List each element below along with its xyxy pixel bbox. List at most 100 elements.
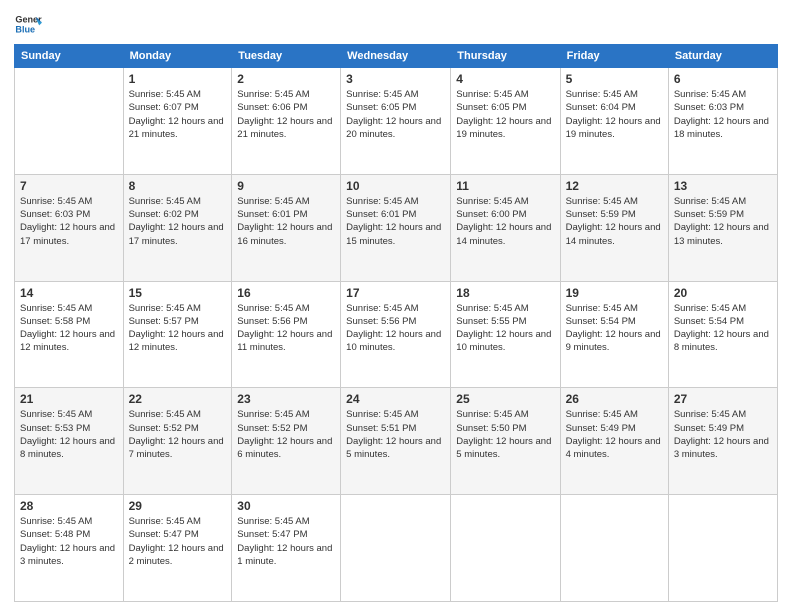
calendar-cell: 12 Sunrise: 5:45 AM Sunset: 5:59 PM Dayli… [560, 174, 668, 281]
calendar-cell: 2 Sunrise: 5:45 AM Sunset: 6:06 PM Daylig… [232, 68, 341, 175]
calendar-cell: 17 Sunrise: 5:45 AM Sunset: 5:56 PM Dayli… [341, 281, 451, 388]
day-number: 26 [566, 392, 663, 406]
day-info: Sunrise: 5:45 AM Sunset: 6:05 PM Dayligh… [456, 88, 554, 141]
calendar-cell: 4 Sunrise: 5:45 AM Sunset: 6:05 PM Daylig… [451, 68, 560, 175]
day-number: 17 [346, 286, 445, 300]
day-info: Sunrise: 5:45 AM Sunset: 5:52 PM Dayligh… [237, 408, 335, 461]
day-info: Sunrise: 5:45 AM Sunset: 5:54 PM Dayligh… [674, 302, 772, 355]
day-number: 27 [674, 392, 772, 406]
day-info: Sunrise: 5:45 AM Sunset: 5:47 PM Dayligh… [129, 515, 227, 568]
calendar-cell: 28Sunrise: 5:45 AM Sunset: 5:48 PM Dayli… [15, 495, 124, 602]
day-number: 1 [129, 72, 227, 86]
day-number: 15 [129, 286, 227, 300]
calendar-cell [341, 495, 451, 602]
calendar-cell: 13Sunrise: 5:45 AM Sunset: 5:59 PM Dayli… [668, 174, 777, 281]
calendar-cell: 10 Sunrise: 5:45 AM Sunset: 6:01 PM Dayli… [341, 174, 451, 281]
day-number: 20 [674, 286, 772, 300]
calendar-cell: 27 Sunrise: 5:45 AM Sunset: 5:49 PM Dayli… [668, 388, 777, 495]
day-info: Sunrise: 5:45 AM Sunset: 5:56 PM Dayligh… [346, 302, 445, 355]
day-info: Sunrise: 5:45 AM Sunset: 6:03 PM Dayligh… [674, 88, 772, 141]
day-number: 16 [237, 286, 335, 300]
calendar-cell: 18 Sunrise: 5:45 AM Sunset: 5:55 PM Dayli… [451, 281, 560, 388]
calendar-cell: 8Sunrise: 5:45 AM Sunset: 6:02 PM Daylig… [123, 174, 232, 281]
day-info: Sunrise: 5:45 AM Sunset: 6:01 PM Dayligh… [346, 195, 445, 248]
day-info: Sunrise: 5:45 AM Sunset: 5:59 PM Dayligh… [566, 195, 663, 248]
calendar-cell: 9 Sunrise: 5:45 AM Sunset: 6:01 PM Daylig… [232, 174, 341, 281]
day-info: Sunrise: 5:45 AM Sunset: 6:07 PM Dayligh… [129, 88, 227, 141]
calendar-table: SundayMondayTuesdayWednesdayThursdayFrid… [14, 44, 778, 602]
weekday-header-sunday: Sunday [15, 45, 124, 68]
calendar-cell: 21 Sunrise: 5:45 AM Sunset: 5:53 PM Dayli… [15, 388, 124, 495]
day-number: 10 [346, 179, 445, 193]
calendar-cell: 19 Sunrise: 5:45 AM Sunset: 5:54 PM Dayli… [560, 281, 668, 388]
calendar-cell [668, 495, 777, 602]
day-number: 21 [20, 392, 118, 406]
header: General Blue [14, 10, 778, 38]
calendar-cell: 3Sunrise: 5:45 AM Sunset: 6:05 PM Daylig… [341, 68, 451, 175]
day-info: Sunrise: 5:45 AM Sunset: 5:47 PM Dayligh… [237, 515, 335, 568]
logo-icon: General Blue [14, 10, 42, 38]
day-info: Sunrise: 5:45 AM Sunset: 6:01 PM Dayligh… [237, 195, 335, 248]
day-info: Sunrise: 5:45 AM Sunset: 5:51 PM Dayligh… [346, 408, 445, 461]
calendar-cell: 25 Sunrise: 5:45 AM Sunset: 5:50 PM Dayli… [451, 388, 560, 495]
day-number: 23 [237, 392, 335, 406]
day-info: Sunrise: 5:45 AM Sunset: 5:54 PM Dayligh… [566, 302, 663, 355]
calendar-cell: 29 Sunrise: 5:45 AM Sunset: 5:47 PM Dayli… [123, 495, 232, 602]
day-info: Sunrise: 5:45 AM Sunset: 5:58 PM Dayligh… [20, 302, 118, 355]
weekday-header-tuesday: Tuesday [232, 45, 341, 68]
day-number: 2 [237, 72, 335, 86]
day-info: Sunrise: 5:45 AM Sunset: 5:55 PM Dayligh… [456, 302, 554, 355]
day-number: 7 [20, 179, 118, 193]
day-number: 24 [346, 392, 445, 406]
calendar-cell [560, 495, 668, 602]
day-info: Sunrise: 5:45 AM Sunset: 5:52 PM Dayligh… [129, 408, 227, 461]
day-number: 13 [674, 179, 772, 193]
calendar-week-2: 14 Sunrise: 5:45 AM Sunset: 5:58 PM Dayli… [15, 281, 778, 388]
calendar-cell: 1 Sunrise: 5:45 AM Sunset: 6:07 PM Daylig… [123, 68, 232, 175]
page: General Blue SundayMondayTuesdayWednesda… [0, 0, 792, 612]
calendar-cell [451, 495, 560, 602]
calendar-week-0: 1 Sunrise: 5:45 AM Sunset: 6:07 PM Daylig… [15, 68, 778, 175]
day-number: 18 [456, 286, 554, 300]
weekday-header-monday: Monday [123, 45, 232, 68]
day-info: Sunrise: 5:45 AM Sunset: 6:00 PM Dayligh… [456, 195, 554, 248]
calendar-cell: 26Sunrise: 5:45 AM Sunset: 5:49 PM Dayli… [560, 388, 668, 495]
calendar-cell: 16 Sunrise: 5:45 AM Sunset: 5:56 PM Dayli… [232, 281, 341, 388]
day-info: Sunrise: 5:45 AM Sunset: 5:56 PM Dayligh… [237, 302, 335, 355]
day-number: 11 [456, 179, 554, 193]
calendar-cell: 15 Sunrise: 5:45 AM Sunset: 5:57 PM Dayli… [123, 281, 232, 388]
day-info: Sunrise: 5:45 AM Sunset: 5:57 PM Dayligh… [129, 302, 227, 355]
calendar-week-1: 7Sunrise: 5:45 AM Sunset: 6:03 PM Daylig… [15, 174, 778, 281]
calendar-cell: 23 Sunrise: 5:45 AM Sunset: 5:52 PM Dayli… [232, 388, 341, 495]
day-info: Sunrise: 5:45 AM Sunset: 5:49 PM Dayligh… [674, 408, 772, 461]
calendar-week-3: 21 Sunrise: 5:45 AM Sunset: 5:53 PM Dayli… [15, 388, 778, 495]
day-number: 29 [129, 499, 227, 513]
day-number: 22 [129, 392, 227, 406]
calendar-cell: 20 Sunrise: 5:45 AM Sunset: 5:54 PM Dayli… [668, 281, 777, 388]
calendar-body: 1 Sunrise: 5:45 AM Sunset: 6:07 PM Daylig… [15, 68, 778, 602]
day-number: 5 [566, 72, 663, 86]
calendar-week-4: 28Sunrise: 5:45 AM Sunset: 5:48 PM Dayli… [15, 495, 778, 602]
weekday-header-wednesday: Wednesday [341, 45, 451, 68]
day-info: Sunrise: 5:45 AM Sunset: 5:53 PM Dayligh… [20, 408, 118, 461]
day-number: 30 [237, 499, 335, 513]
day-info: Sunrise: 5:45 AM Sunset: 5:50 PM Dayligh… [456, 408, 554, 461]
calendar-cell: 5 Sunrise: 5:45 AM Sunset: 6:04 PM Daylig… [560, 68, 668, 175]
svg-text:Blue: Blue [15, 24, 35, 34]
day-info: Sunrise: 5:45 AM Sunset: 6:06 PM Dayligh… [237, 88, 335, 141]
day-number: 14 [20, 286, 118, 300]
day-info: Sunrise: 5:45 AM Sunset: 6:02 PM Dayligh… [129, 195, 227, 248]
day-number: 25 [456, 392, 554, 406]
calendar-cell: 22 Sunrise: 5:45 AM Sunset: 5:52 PM Dayli… [123, 388, 232, 495]
day-number: 19 [566, 286, 663, 300]
day-number: 9 [237, 179, 335, 193]
calendar-cell [15, 68, 124, 175]
day-number: 12 [566, 179, 663, 193]
day-info: Sunrise: 5:45 AM Sunset: 5:48 PM Dayligh… [20, 515, 118, 568]
calendar-cell: 30 Sunrise: 5:45 AM Sunset: 5:47 PM Dayli… [232, 495, 341, 602]
weekday-header-saturday: Saturday [668, 45, 777, 68]
day-number: 4 [456, 72, 554, 86]
day-info: Sunrise: 5:45 AM Sunset: 6:05 PM Dayligh… [346, 88, 445, 141]
day-info: Sunrise: 5:45 AM Sunset: 6:04 PM Dayligh… [566, 88, 663, 141]
calendar-cell: 24 Sunrise: 5:45 AM Sunset: 5:51 PM Dayli… [341, 388, 451, 495]
